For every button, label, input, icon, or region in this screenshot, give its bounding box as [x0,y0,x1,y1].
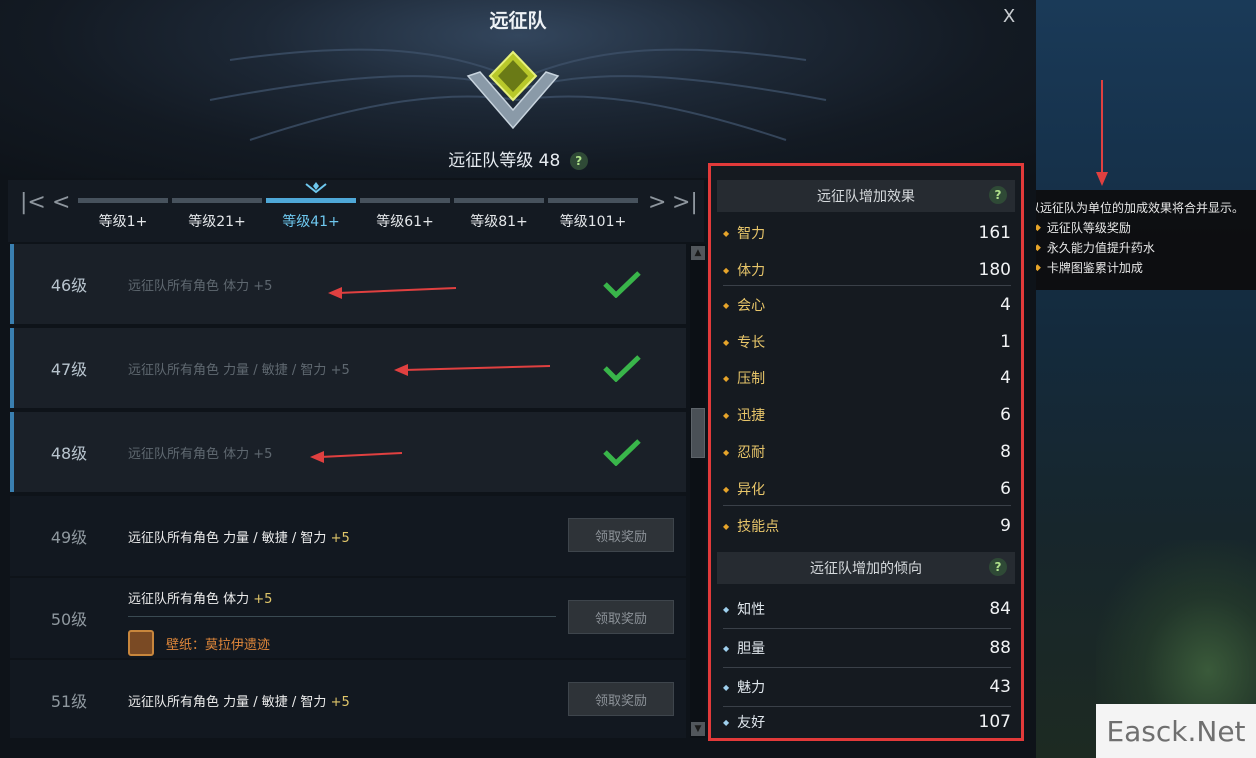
annotation-arrow-left [394,364,551,376]
stat-row: ◆ 体力 180 [723,260,1011,280]
row-description: 远征队所有角色 力量 / 敏捷 / 智力 +5 [128,362,350,378]
bullet-icon: ◆ [723,265,730,275]
row-description: 远征队所有角色 体力 +5 [128,592,273,607]
tendency-header: 远征队增加的倾向 ? [717,552,1015,584]
bullet-icon: ◆ [723,410,730,420]
bullet-icon: ◆ [723,447,730,457]
bullet-icon: ◆ [723,682,730,692]
bullet-icon: ◆ [723,228,730,238]
tab-level-61[interactable]: 等级61+ [360,198,450,231]
wallpaper-icon [128,630,154,656]
scroll-thumb[interactable] [691,408,705,458]
stat-divider [723,285,1011,286]
expedition-panel: 远征队 X 远征队等级 48 ? |< < 等级1+ 等级21+ 等级41+ 等… [0,0,1036,758]
stats-panel: 远征队增加效果 ? ◆ 智力 161 ◆ 体力 180 ◆ 会心 4 ◆ 专长 1 ◆ 压制 4 ◆… [708,163,1024,741]
site-watermark: Easck.Net [1096,704,1256,758]
list-item: 47级 远征队所有角色 力量 / 敏捷 / 智力 +5 [10,328,686,408]
list-item: 49级 远征队所有角色 力量 / 敏捷 / 智力 +5 领取奖励 [10,496,686,576]
help-icon[interactable]: ? [989,558,1007,576]
check-icon [603,271,641,298]
annotation-arrow-left [328,287,457,299]
expedition-emblem-icon [466,50,560,130]
bullet-icon: ◆ [723,643,730,653]
help-icon[interactable]: ? [989,186,1007,204]
level-tabs: |< < 等级1+ 等级21+ 等级41+ 等级61+ 等级81+ 等级101+… [8,180,704,242]
row-level: 47级 [50,360,88,379]
help-icon[interactable]: ? [569,152,588,170]
stat-row: ◆ 智力 161 [723,223,1011,243]
first-page-icon[interactable]: |< [20,190,46,215]
tooltip-item: ◆ 远征队等级奖励 [1028,218,1250,238]
row-description: 远征队所有角色 体力 +5 [128,446,273,462]
stat-row: ◆ 专长 1 [723,332,1011,352]
tab-level-81[interactable]: 等级81+ [454,198,544,231]
stat-row: ◆ 迅捷 6 [723,405,1011,425]
bonus-tooltip: 以远征队为单位的加成效果将合并显示。 ◆ 远征队等级奖励 ◆ 永久能力值提升药水 ◆… [1022,190,1256,290]
bullet-icon: ◆ [723,717,730,727]
bullet-icon: ◆ [723,337,730,347]
row-description: 远征队所有角色 力量 / 敏捷 / 智力 +5 [128,530,350,546]
tab-level-41[interactable]: 等级41+ [266,198,356,231]
stat-row: ◆ 技能点 9 [723,516,1011,536]
bullet-icon: ◆ [723,521,730,531]
last-page-icon[interactable]: >| [672,190,698,215]
tendency-row: ◆ 友好 107 [723,712,1011,732]
list-scrollbar[interactable]: ▲ ▼ [690,244,706,738]
tab-level-21[interactable]: 等级21+ [172,198,262,231]
claim-reward-button[interactable]: 领取奖励 [568,682,674,716]
wallpaper-reward: 壁纸：莫拉伊遗迹 [128,630,270,656]
row-level: 48级 [50,444,88,463]
window-title: 远征队 [489,10,547,32]
row-level: 49级 [50,528,88,547]
stat-divider [723,667,1011,668]
background-scene [1036,0,1256,758]
row-description: 远征队所有角色 体力 +5 [128,278,273,294]
annotation-arrow-down [1096,80,1108,186]
tendency-row: ◆ 胆量 88 [723,638,1011,658]
active-tab-marker-icon [305,182,327,194]
tooltip-title: 以远征队为单位的加成效果将合并显示。 [1028,201,1245,215]
bullet-icon: ◆ [723,300,730,310]
row-level: 46级 [50,276,88,295]
check-icon [603,355,641,382]
scroll-up-icon[interactable]: ▲ [691,246,705,260]
stat-row: ◆ 异化 6 [723,479,1011,499]
claim-reward-button[interactable]: 领取奖励 [568,518,674,552]
list-item: 51级 远征队所有角色 力量 / 敏捷 / 智力 +5 领取奖励 [10,660,686,738]
bullet-icon: ◆ [723,484,730,494]
claim-reward-button[interactable]: 领取奖励 [568,600,674,634]
next-page-icon[interactable]: > [648,190,666,215]
scroll-down-icon[interactable]: ▼ [691,722,705,736]
tooltip-item: ◆ 永久能力值提升药水 [1028,238,1250,258]
panel-header: 远征队 X 远征队等级 48 ? [0,0,1036,178]
tab-level-1[interactable]: 等级1+ [78,198,168,231]
tendency-row: ◆ 知性 84 [723,599,1011,619]
stat-row: ◆ 压制 4 [723,368,1011,388]
row-level: 50级 [50,610,88,629]
list-item: 50级 远征队所有角色 体力 +5 壁纸：莫拉伊遗迹 领取奖励 [10,578,686,658]
row-divider [128,616,556,617]
reward-list: 46级 远征队所有角色 体力 +5 47级 远征队所有角色 力量 / 敏捷 / … [10,244,686,738]
tendency-row: ◆ 魅力 43 [723,677,1011,697]
stat-row: ◆ 忍耐 8 [723,442,1011,462]
row-description: 远征队所有角色 力量 / 敏捷 / 智力 +5 [128,694,350,710]
tab-level-101[interactable]: 等级101+ [548,198,638,231]
bullet-icon: ◆ [723,373,730,383]
annotation-arrow-left [310,451,403,463]
prev-page-icon[interactable]: < [52,190,70,215]
expedition-level-text: 远征队等级 48 [448,151,561,171]
tooltip-item: ◆ 卡牌图鉴累计加成 [1028,258,1250,278]
stat-divider [723,505,1011,506]
bullet-icon: ◆ [723,604,730,614]
check-icon [603,439,641,466]
bonus-header: 远征队增加效果 ? [717,180,1015,212]
stat-row: ◆ 会心 4 [723,295,1011,315]
close-button[interactable]: X [996,6,1022,30]
row-level: 51级 [50,692,88,711]
stat-divider [723,628,1011,629]
